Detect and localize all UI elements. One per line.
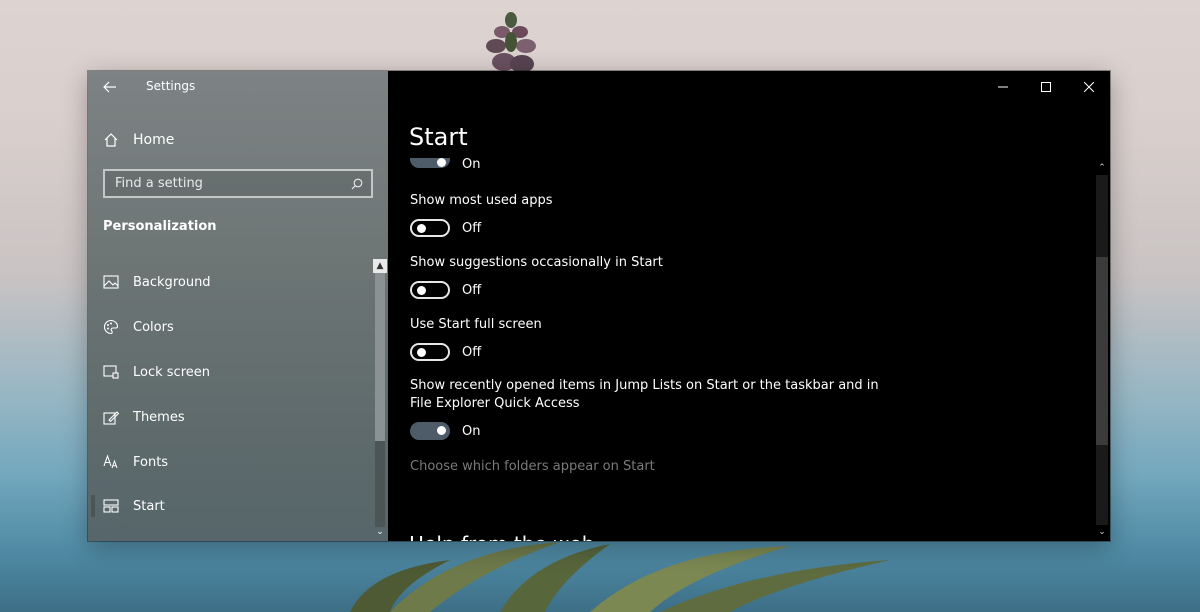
scroll-up-icon[interactable]: ⌃ [1095, 161, 1109, 175]
sidebar-item-label: Themes [133, 409, 185, 425]
main-scroll-track-lower[interactable] [1096, 445, 1108, 525]
main-scroll-track[interactable] [1096, 175, 1108, 257]
home-label: Home [133, 132, 175, 148]
home-nav-item[interactable]: Home [103, 129, 174, 151]
sidebar-item-label: Lock screen [133, 364, 210, 380]
main-scrollbar[interactable]: ⌃ ⌄ [1096, 161, 1108, 541]
minimize-icon [997, 86, 1008, 88]
fonts-icon [103, 454, 119, 470]
help-heading-text: Help from the web [409, 532, 594, 541]
scroll-down-icon[interactable]: ⌄ [1095, 525, 1109, 539]
section-title: Personalization [103, 219, 217, 234]
scroll-down-icon[interactable]: ⌄ [373, 525, 387, 539]
toggle-switch[interactable] [410, 219, 450, 237]
minimize-button[interactable] [981, 71, 1024, 103]
maximize-button[interactable] [1024, 71, 1067, 103]
toggle-knob [417, 224, 426, 233]
close-icon [1083, 82, 1094, 92]
setting-row-1: Off [410, 219, 481, 237]
page-title: Start [409, 123, 468, 151]
picture-icon [103, 274, 119, 290]
help-heading: Help from the web [409, 529, 594, 541]
setting-label-line2: File Explorer Quick Access [410, 396, 580, 411]
search-box[interactable] [103, 169, 373, 198]
toggle-knob [417, 348, 426, 357]
home-icon [104, 133, 118, 147]
toggle-state: Off [462, 282, 482, 298]
sidebar-item-colors[interactable]: Colors [103, 316, 174, 338]
toggle-state: On [462, 423, 481, 439]
close-button[interactable] [1067, 71, 1110, 103]
lock-screen-icon [103, 364, 119, 380]
toggle-switch[interactable] [410, 343, 450, 361]
window-controls [981, 71, 1110, 103]
sidebar-item-themes[interactable]: Themes [103, 406, 185, 428]
back-button[interactable] [98, 77, 122, 97]
toggle-switch[interactable] [410, 281, 450, 299]
sidebar-item-label: Start [133, 498, 165, 514]
back-arrow-icon [103, 81, 116, 93]
app-title: Settings [146, 79, 196, 93]
main-content: Start On Show most used apps Off Show su… [388, 71, 1110, 541]
sidebar-item-background[interactable]: Background [103, 271, 211, 293]
sidebar-item-label: Colors [133, 319, 174, 335]
wallpaper-leaves [350, 542, 890, 612]
sidebar-item-label: Fonts [133, 454, 169, 470]
maximize-icon [1040, 82, 1051, 92]
setting-row-2: Off [410, 281, 481, 299]
sidebar-scroll-track[interactable] [375, 441, 385, 527]
toggle-knob [437, 426, 446, 435]
setting-label: Show most used apps [410, 193, 553, 208]
setting-row-4: On [410, 422, 480, 440]
toggle-state: Off [462, 220, 482, 236]
start-icon [103, 498, 119, 514]
sidebar-item-lock-screen[interactable]: Lock screen [103, 361, 210, 383]
scroll-up-icon[interactable]: ▲ [373, 259, 387, 273]
setting-label: Use Start full screen [410, 317, 542, 332]
palette-icon [103, 319, 119, 335]
wallpaper-plant-top [486, 12, 536, 73]
sidebar-scrollbar[interactable]: ▲ ⌄ [373, 259, 387, 541]
sidebar-item-fonts[interactable]: Fonts [103, 451, 168, 473]
sidebar-scroll-thumb[interactable] [375, 273, 385, 441]
setting-row-3: Off [410, 343, 481, 361]
sidebar: Settings Home Personalization Background [88, 71, 388, 541]
choose-folders-link[interactable]: Choose which folders appear on Start [410, 459, 655, 474]
toggle-state: Off [462, 344, 482, 360]
setting-row-0: On [410, 157, 480, 172]
search-input[interactable] [115, 176, 351, 191]
toggle-knob [417, 286, 426, 295]
toggle-state: On [462, 157, 481, 172]
toggle-switch[interactable] [410, 422, 450, 440]
setting-label-line1: Show recently opened items in Jump Lists… [410, 378, 879, 393]
main-scroll-thumb[interactable] [1096, 257, 1108, 445]
toggle-switch[interactable] [410, 157, 450, 168]
search-icon[interactable] [351, 178, 363, 190]
sidebar-item-start[interactable]: Start [103, 495, 165, 517]
sidebar-item-label: Background [133, 274, 211, 290]
title-bar: Settings [88, 71, 388, 103]
toggle-knob [437, 157, 446, 167]
selected-item-marker [91, 495, 95, 517]
themes-icon [103, 409, 119, 425]
setting-label: Show suggestions occasionally in Start [410, 255, 663, 270]
settings-window: Settings Home Personalization Background [88, 71, 1110, 541]
